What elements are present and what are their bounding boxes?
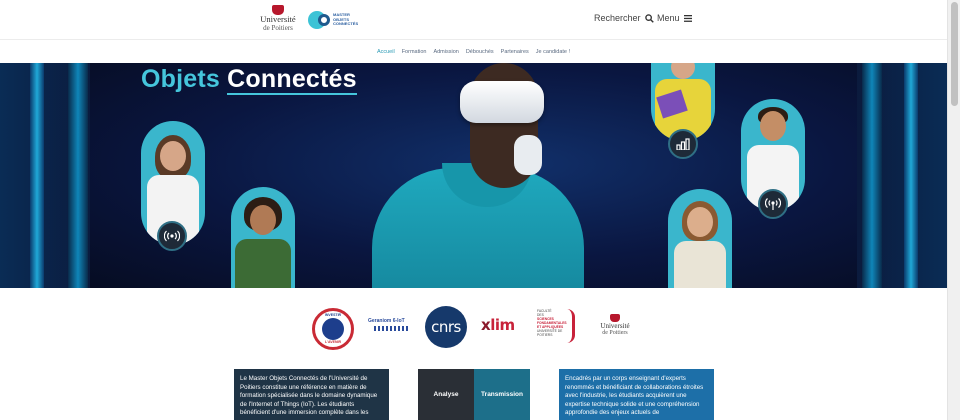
universite-poitiers-partner-logo[interactable]: Université de Poitiers [594,314,636,342]
menu-button[interactable]: Menu [657,13,692,23]
crest-icon [610,314,620,322]
cnrs-text: cnrs [431,318,461,336]
chart-icon [668,129,698,159]
nav-item-admission[interactable]: Admission [433,49,458,55]
xlim-x: x [481,316,491,334]
nav-item-accueil[interactable]: Accueil [377,49,395,55]
invest-bottom-text: L'AVENIR [325,340,341,344]
nav-item-formation[interactable]: Formation [402,49,427,55]
light-pillar [30,63,44,288]
logo-master-text: MASTER OBJETS CONNECTÉS [333,12,359,26]
geraniom-logo[interactable]: Geraniom 6-IoT [368,318,412,334]
universite-poitiers-logo[interactable]: Université de Poitiers [256,5,300,35]
intro-text: Le Master Objets Connectés de l'Universi… [240,375,378,417]
swoosh-icon [567,309,575,343]
light-pillar [904,63,918,288]
faculte-sciences-logo[interactable]: FACULTÉ DES SCIENCES FONDAMENTALES ET AP… [537,309,579,345]
cnrs-logo[interactable]: cnrs [425,306,467,348]
page: Université de Poitiers MASTER OBJETS CON… [0,0,960,420]
hamburger-icon [683,14,692,22]
xlim-logo[interactable]: xlim [481,316,515,334]
tabs-card: Analyse Transmission [418,369,530,420]
tab-analyse[interactable]: Analyse [418,369,474,420]
site-header: Université de Poitiers MASTER OBJETS CON… [0,0,947,40]
geraniom-text: Geraniom 6-IoT [368,318,405,324]
logo-text-line1: Université [260,14,296,24]
search-button[interactable]: Rechercher [594,13,654,23]
student-photo-2 [231,187,295,288]
sciences-text: FACULTÉ DES SCIENCES FONDAMENTALES ET AP… [537,309,567,337]
xlim-rest: lim [490,316,515,334]
main-nav: Accueil Formation Admission Débouchés Pa… [0,41,947,63]
wireless-icon [157,221,187,251]
intro-card: Le Master Objets Connectés de l'Universi… [234,369,389,420]
dots-icon [374,326,408,331]
student-photo-5 [668,189,732,288]
logo-ring-icon [318,14,330,26]
scrollbar-thumb[interactable] [951,2,958,106]
partners-strip: INVESTIR L'AVENIR Geraniom 6-IoT cnrs xl… [0,300,947,356]
headphone-image [514,135,542,175]
search-icon [644,13,654,23]
univ-text-line1: Université [600,322,630,330]
hero-title-part2: Connectés [227,65,357,95]
master-objets-connectes-logo[interactable]: MASTER OBJETS CONNECTÉS [308,10,359,30]
investir-avenir-logo[interactable]: INVESTIR L'AVENIR [312,308,354,350]
search-label: Rechercher [594,13,641,23]
expertise-card: Encadrés par un corps enseignant d'exper… [559,369,714,420]
hero-title: Objets Connectés [141,65,357,95]
nav-item-je-candidate[interactable]: Je candidate ! [536,49,570,55]
hero-title-part1: Objets [141,65,220,93]
hero-banner: Objets Connectés [0,63,947,288]
invest-top-text: INVESTIR [324,313,342,317]
light-pillar [862,63,882,288]
light-pillar [68,63,88,288]
menu-label: Menu [657,13,680,23]
nav-item-debouches[interactable]: Débouchés [466,49,494,55]
logo-text-line2: de Poitiers [263,24,293,32]
tab-transmission[interactable]: Transmission [474,369,530,420]
broadcast-icon [758,189,788,219]
expertise-text: Encadrés par un corps enseignant d'exper… [565,375,704,417]
nav-item-partenaires[interactable]: Partenaires [501,49,529,55]
vr-headset-image [460,81,544,123]
page-scrollbar[interactable] [947,0,960,420]
univ-text-line2: de Poitiers [602,330,628,336]
marianne-icon [322,318,344,340]
